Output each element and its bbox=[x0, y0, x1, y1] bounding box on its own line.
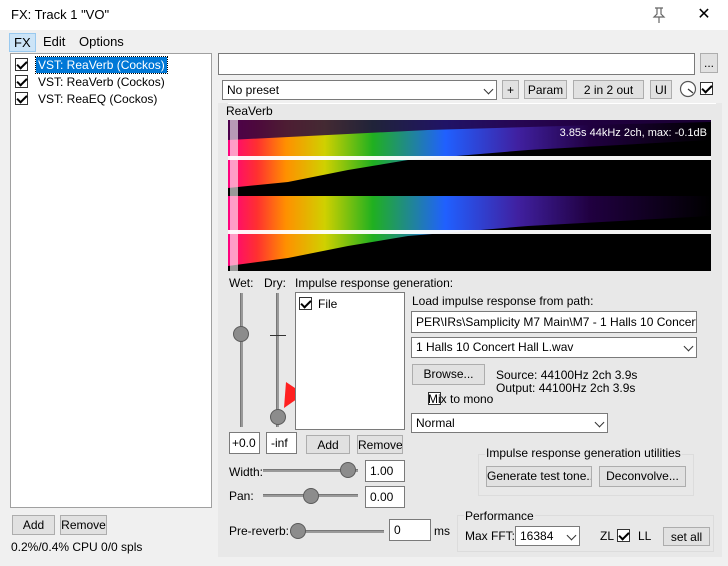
add-fx-button[interactable]: Add bbox=[12, 515, 55, 535]
wet-slider-track[interactable] bbox=[240, 293, 243, 427]
width-slider-thumb[interactable] bbox=[340, 462, 356, 478]
fx-enable-checkbox[interactable] bbox=[15, 75, 28, 88]
load-ir-label: Load impulse response from path: bbox=[412, 294, 594, 308]
mix-to-mono-label[interactable]: Mix to mono bbox=[428, 392, 493, 406]
ir-generation-list[interactable]: File bbox=[295, 292, 405, 430]
pin-icon[interactable] bbox=[651, 6, 667, 24]
wet-label: Wet: bbox=[229, 276, 254, 290]
dry-slider-track[interactable] bbox=[276, 293, 279, 427]
ir-add-button[interactable]: Add bbox=[306, 435, 350, 454]
pan-slider-thumb[interactable] bbox=[303, 488, 319, 504]
chevron-down-icon bbox=[683, 341, 694, 352]
spectrogram-info: 3.85s 44kHz 2ch, max: -0.1dB bbox=[559, 127, 707, 139]
fx-list-item-label: VST: ReaVerb (Cockos) bbox=[35, 56, 168, 74]
spectrogram-graphic bbox=[228, 120, 711, 271]
param-button[interactable]: Param bbox=[524, 80, 567, 99]
deconvolve-button[interactable]: Deconvolve... bbox=[599, 466, 686, 487]
browse-ir-button[interactable]: Browse... bbox=[412, 364, 485, 385]
fx-enable-checkbox[interactable] bbox=[15, 92, 28, 105]
fx-chain-list[interactable]: VST: ReaVerb (Cockos) VST: ReaVerb (Cock… bbox=[10, 53, 212, 508]
add-preset-button[interactable]: + bbox=[502, 80, 519, 99]
mode-select[interactable]: Normal bbox=[411, 413, 608, 433]
title-bar: FX: Track 1 "VO" ✕ bbox=[0, 0, 728, 30]
window-title: FX: Track 1 "VO" bbox=[11, 7, 110, 22]
bypass-checkbox[interactable] bbox=[700, 82, 713, 95]
prereverb-value-field[interactable]: 0 bbox=[389, 519, 431, 541]
cpu-status: 0.2%/0.4% CPU 0/0 spls bbox=[11, 540, 143, 554]
wet-value-field[interactable]: +0.0 bbox=[229, 432, 260, 454]
dry-label: Dry: bbox=[264, 276, 286, 290]
chevron-down-icon bbox=[594, 417, 605, 428]
ir-file-select-value: 1 Halls 10 Concert Hall L.wav bbox=[416, 340, 574, 354]
divider bbox=[228, 103, 716, 104]
menu-fx[interactable]: FX bbox=[9, 33, 36, 52]
chevron-down-icon bbox=[483, 84, 494, 95]
menu-options[interactable]: Options bbox=[75, 33, 128, 50]
generate-test-tone-button[interactable]: Generate test tone... bbox=[486, 466, 592, 487]
width-value-field[interactable]: 1.00 bbox=[365, 460, 405, 482]
menu-edit[interactable]: Edit bbox=[39, 33, 69, 50]
prereverb-unit: ms bbox=[434, 524, 450, 538]
io-routing-button[interactable]: 2 in 2 out bbox=[573, 80, 644, 99]
ll-label: LL bbox=[638, 529, 652, 543]
ui-button[interactable]: UI bbox=[650, 80, 672, 99]
dry-slider-thumb[interactable] bbox=[270, 409, 286, 425]
close-icon[interactable]: ✕ bbox=[693, 4, 715, 26]
zl-label: ZL bbox=[600, 529, 615, 543]
max-fft-label: Max FFT: bbox=[465, 529, 515, 543]
browse-dots-button[interactable]: ... bbox=[700, 53, 718, 73]
fx-list-item[interactable]: VST: ReaVerb (Cockos) bbox=[15, 74, 209, 91]
wet-slider-thumb[interactable] bbox=[233, 326, 249, 342]
source-info: Source: 44100Hz 2ch 3.9s bbox=[496, 368, 638, 382]
pan-label: Pan: bbox=[229, 489, 254, 503]
chevron-down-icon bbox=[566, 530, 577, 541]
ir-file-checkbox[interactable] bbox=[299, 297, 312, 310]
fx-list-item[interactable]: VST: ReaVerb (Cockos) bbox=[15, 56, 209, 74]
preset-select-value: No preset bbox=[227, 83, 280, 97]
zl-checkbox[interactable] bbox=[616, 529, 630, 542]
fx-list-item[interactable]: VST: ReaEQ (Cockos) bbox=[15, 91, 209, 108]
menu-bar: FX Edit Options bbox=[0, 30, 728, 52]
remove-fx-button[interactable]: Remove bbox=[60, 515, 107, 535]
prereverb-slider-thumb[interactable] bbox=[290, 523, 306, 539]
fx-list-item-label: VST: ReaVerb (Cockos) bbox=[38, 75, 165, 89]
dry-value-field[interactable]: -inf bbox=[266, 432, 297, 454]
ir-path-field[interactable]: PER\IRs\Samplicity M7 Main\M7 - 1 Halls … bbox=[411, 311, 697, 333]
set-all-button[interactable]: set all bbox=[663, 527, 710, 546]
max-fft-value: 16384 bbox=[520, 529, 554, 543]
ir-spectrogram: 3.85s 44kHz 2ch, max: -0.1dB bbox=[228, 120, 711, 271]
prereverb-label: Pre-reverb: bbox=[229, 524, 290, 538]
mode-select-value: Normal bbox=[416, 416, 455, 430]
ir-utilities-label: Impulse response generation utilities bbox=[485, 446, 682, 460]
fx-list-item-label: VST: ReaEQ (Cockos) bbox=[38, 92, 158, 106]
ir-remove-button[interactable]: Remove bbox=[357, 435, 403, 454]
ir-file-select[interactable]: 1 Halls 10 Concert Hall L.wav bbox=[411, 337, 697, 358]
performance-label: Performance bbox=[464, 509, 535, 523]
max-fft-select[interactable]: 16384 bbox=[515, 526, 580, 546]
fx-enable-checkbox[interactable] bbox=[15, 58, 28, 71]
output-info: Output: 44100Hz 2ch 3.9s bbox=[496, 381, 636, 395]
width-label: Width: bbox=[229, 465, 264, 479]
wet-dry-knob-icon[interactable] bbox=[679, 80, 697, 98]
ir-file-item[interactable]: File bbox=[318, 297, 337, 311]
fx-name-field[interactable] bbox=[218, 53, 695, 75]
plugin-name: ReaVerb bbox=[226, 104, 273, 118]
pan-value-field[interactable]: 0.00 bbox=[365, 486, 405, 508]
preset-select[interactable]: No preset bbox=[222, 80, 497, 100]
ir-generation-label: Impulse response generation: bbox=[295, 276, 454, 290]
